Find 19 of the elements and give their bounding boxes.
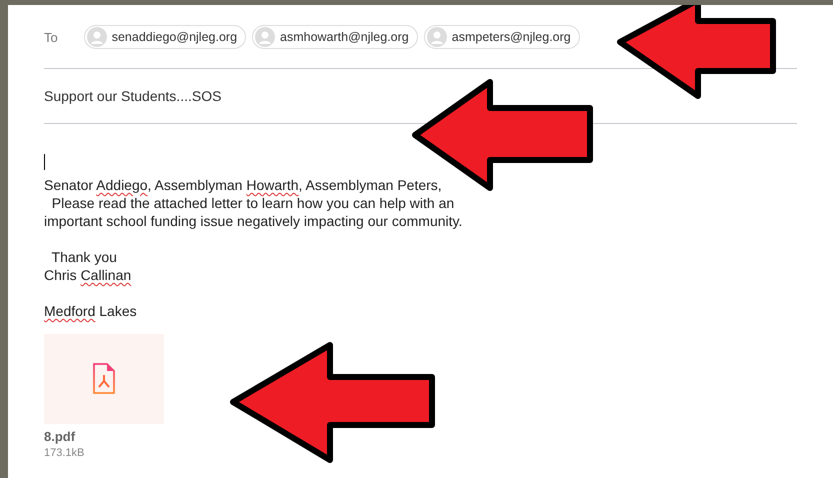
attachment-tile[interactable] [44,334,164,424]
avatar-icon [255,27,276,47]
recipient-chip[interactable]: senaddiego@njleg.org [84,25,246,49]
message-line: Chris Callinan [44,267,132,283]
attachment-name[interactable]: 8.pdf [44,429,797,444]
message-line: Please read the attached letter to learn how you can help with an [50,195,454,211]
pdf-file-icon [92,363,116,395]
avatar-icon [426,27,447,47]
attachment-size: 173.1kB [44,447,86,459]
text-cursor [44,154,45,170]
recipient-chip[interactable]: asmhowarth@njleg.org [252,25,418,49]
message-line: important school funding issue negatively impacting our community. [44,213,462,229]
message-line: Medford Lakes [44,303,137,319]
avatar-icon [86,27,107,47]
message-line: Senator Addiego, Assemblyman Howarth, Assemblyman Peters, [44,177,442,193]
recipient-chip[interactable]: asmpeters@njleg.org [424,25,580,49]
to-label: To [44,30,58,44]
message-line: Thank you [50,249,117,265]
subject-text: Support our Students....SOS [44,88,222,104]
